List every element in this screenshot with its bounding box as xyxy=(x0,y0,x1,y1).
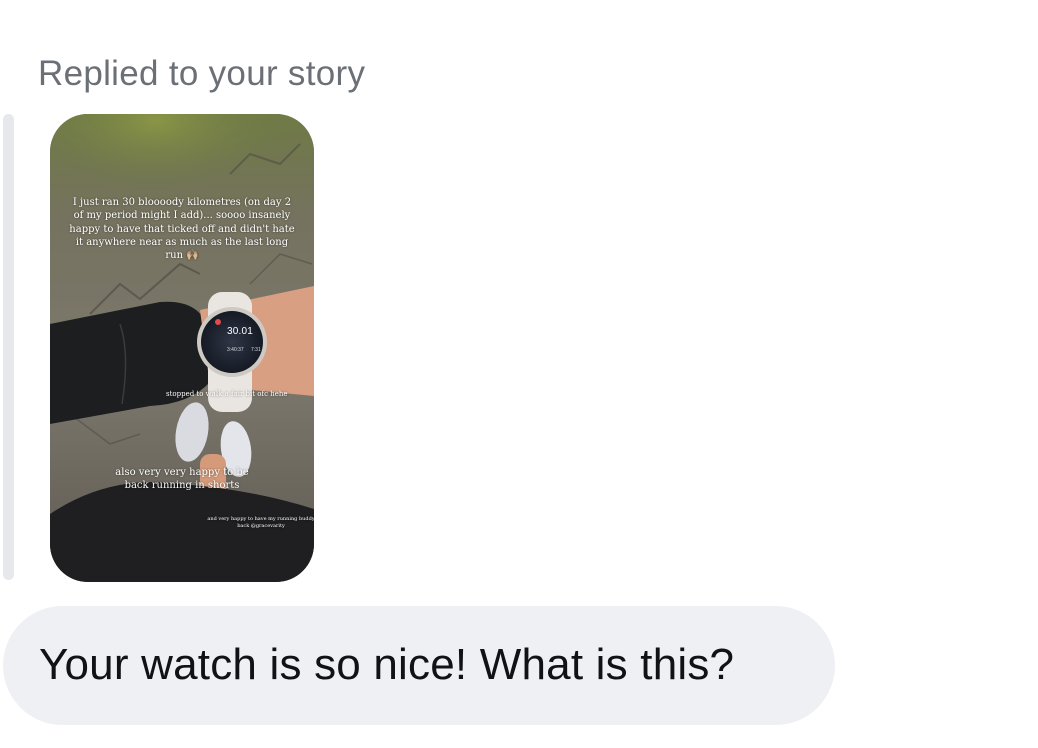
story-caption-buddy: and very happy to have my running buddy … xyxy=(207,516,314,529)
dm-thread: Replied to your story I just ran 30 bloo… xyxy=(0,0,1038,748)
reply-quote-bar xyxy=(3,114,14,580)
story-caption-walk: stopped to walk a fair bit ofc hehe xyxy=(166,390,288,398)
watch-distance: 30.01 xyxy=(226,326,254,337)
story-caption-shorts: also very very happy to be back running … xyxy=(115,467,249,492)
story-photo xyxy=(50,114,314,582)
watch-pace: 7:31 xyxy=(251,347,261,353)
story-caption-main: I just ran 30 bloooody kilometres (on da… xyxy=(69,197,295,262)
watch-time: 3:40:37 xyxy=(227,347,244,353)
story-thumbnail[interactable]: I just ran 30 bloooody kilometres (on da… xyxy=(50,114,314,582)
message-text: Your watch is so nice! What is this? xyxy=(39,640,735,689)
message-bubble[interactable]: Your watch is so nice! What is this? xyxy=(3,606,835,725)
replied-to-story-label: Replied to your story xyxy=(38,54,366,93)
